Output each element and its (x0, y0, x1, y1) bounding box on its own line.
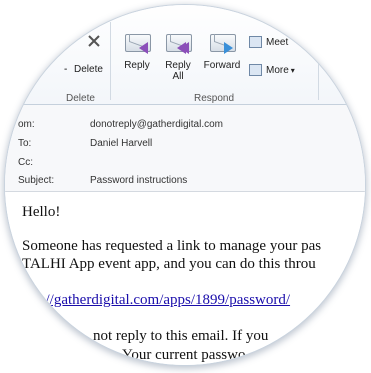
message-body: Hello! Someone has requested a link to m… (5, 192, 365, 365)
group-separator (110, 22, 111, 100)
reply-all-icon (163, 30, 193, 56)
greeting-text: Hello! (22, 204, 61, 220)
body-line: not reply to this email. If you (93, 328, 269, 344)
reply-button[interactable]: Reply (120, 30, 154, 71)
body-line: Your current passwo (122, 347, 246, 363)
reply-all-label-line2: All (172, 71, 184, 82)
reply-all-button[interactable]: Reply All (160, 30, 196, 82)
meeting-label: Meet (266, 36, 289, 48)
ribbon: Delete ‐ Delete Reply Reply All Forward … (5, 5, 365, 105)
delete-button[interactable]: Delete (74, 64, 103, 75)
circular-magnifier: Delete ‐ Delete Reply Reply All Forward … (5, 5, 365, 365)
cc-label: Cc: (18, 157, 33, 168)
cc-row: Cc: (5, 157, 365, 171)
to-row: To: Daniel Harvell (5, 138, 365, 152)
reply-label: Reply (124, 60, 150, 71)
forward-button[interactable]: Forward (200, 30, 244, 71)
from-row: om: donotreply@gatherdigital.com (5, 119, 365, 133)
delete-label: Delete (74, 64, 103, 75)
respond-group-label: Respond (194, 93, 235, 104)
from-value[interactable]: donotreply@gatherdigital.com (90, 119, 223, 130)
chevron-down-icon: ▾ (290, 65, 295, 75)
meeting-button[interactable]: Meet (249, 36, 288, 48)
subject-row: Subject: Password instructions (5, 175, 365, 189)
reply-all-label-line1: Reply (165, 60, 191, 71)
forward-icon (207, 30, 237, 56)
to-value[interactable]: Daniel Harvell (90, 138, 152, 149)
group-separator (318, 22, 319, 100)
more-label: More (266, 64, 289, 76)
delete-icon (88, 35, 100, 47)
more-button[interactable]: More ▾ (249, 64, 295, 76)
delete-group-label: Delete (66, 93, 95, 104)
more-icon (249, 64, 262, 76)
subject-label: Subject: (18, 175, 55, 186)
password-link[interactable]: ps://gatherdigital.com/apps/1899/passwor… (28, 292, 290, 309)
from-label: om: (18, 119, 35, 130)
reply-icon (122, 30, 152, 56)
body-line: Someone has requested a link to manage y… (22, 238, 322, 254)
message-header: om: donotreply@gatherdigital.com To: Dan… (5, 105, 365, 192)
body-line: TALHI App event app, and you can do this… (22, 256, 316, 272)
forward-label: Forward (203, 60, 241, 71)
calendar-icon (249, 36, 262, 48)
dash-glyph: ‐ (64, 64, 68, 75)
subject-value: Password instructions (90, 175, 188, 186)
outlook-message-view: Delete ‐ Delete Reply Reply All Forward … (5, 5, 365, 365)
to-label: To: (18, 138, 32, 149)
